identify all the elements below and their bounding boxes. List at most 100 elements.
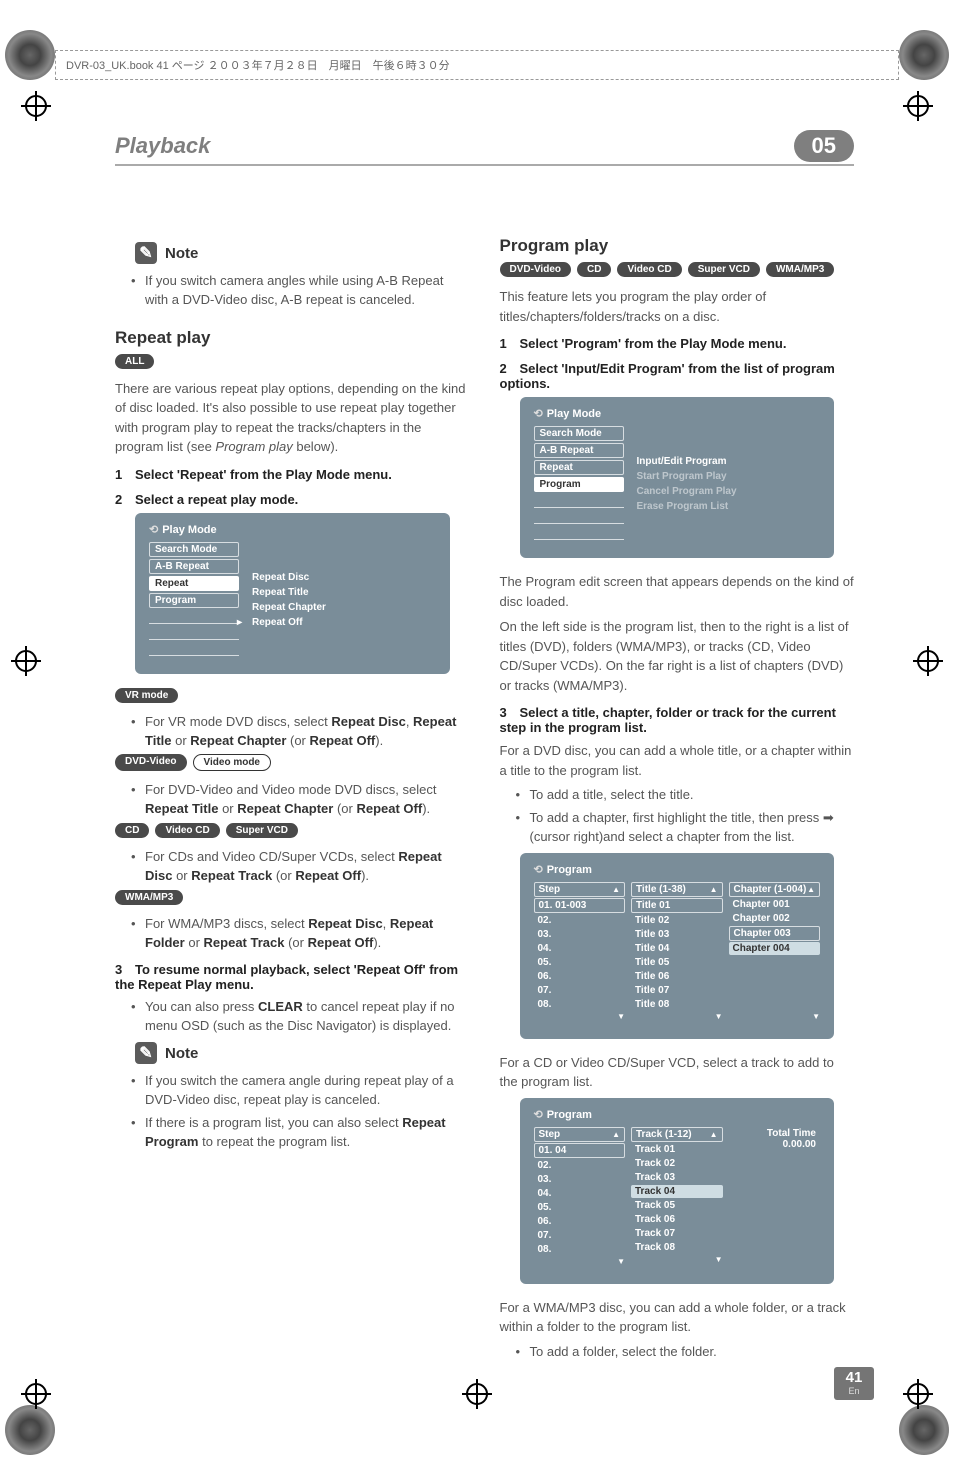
osd-menu-item-selected: Repeat [149,576,239,591]
resume-text: You can also press CLEAR to cancel repea… [145,998,470,1036]
osd-cell: 04. [534,1187,626,1200]
osd-option: Repeat Title [247,586,436,599]
badge-all: ALL [115,354,154,369]
down-arrow-icon: ▼ [534,1257,626,1266]
badge-super-vcd: Super VCD [688,262,760,277]
osd-option-dim: Cancel Program Play [632,485,821,498]
osd-program-cd: Program Step▲ 01. 04 02. 03. 04. 05. 06.… [520,1098,835,1284]
program-step-3-desc: For a DVD disc, you can add a whole titl… [500,741,855,780]
right-column: Program play DVD-Video CD Video CD Super… [500,236,855,1365]
osd-cell: Track 03 [631,1171,723,1184]
osd-option: Repeat Chapter [247,601,436,614]
osd-cell: 03. [534,928,626,941]
osd-blank-line [149,642,239,656]
program-edit-desc-2: On the left side is the program list, th… [500,617,855,695]
osd-col-header: Chapter (1-004)▲ [729,882,821,897]
osd-menu-item: A-B Repeat [534,443,624,458]
osd-cell: Track 01 [631,1143,723,1156]
osd-col-header: Track (1-12)▲ [631,1127,723,1142]
osd-cell: Title 08 [631,998,723,1011]
osd-option-dim: Start Program Play [632,470,821,483]
badge-video-mode: Video mode [193,754,272,771]
osd-cell: Title 03 [631,928,723,941]
badge-dvd-video: DVD-Video [500,262,572,277]
note-block: ✎ Note [135,242,470,264]
osd-title: Program [534,863,821,876]
osd-cell: Title 04 [631,942,723,955]
osd-cell: Title 07 [631,984,723,997]
page-title: Playback [115,133,210,159]
osd-cell: 07. [534,1229,626,1242]
osd-title: Play Mode [149,523,436,536]
osd-cell: Chapter 003 [729,926,821,941]
down-arrow-icon: ▼ [729,1012,821,1021]
crop-corner-icon [5,30,55,80]
osd-blank-line [534,494,624,508]
note-text: If you switch the camera angle during re… [145,1072,470,1110]
osd-cell: 01. 01-003 [534,898,626,913]
osd-menu-item: Program [149,593,239,608]
registration-mark-icon [15,650,37,672]
note-text: If you switch camera angles while using … [145,272,470,310]
osd-col-header: Step▲ [534,1127,626,1142]
source-file-banner: DVR-03_UK.book 41 ページ ２００３年７月２８日 月曜日 午後６… [55,50,899,80]
chapter-number-badge: 05 [794,130,854,162]
osd-menu-item: A-B Repeat [149,559,239,574]
add-folder-text: To add a folder, select the folder. [530,1343,855,1362]
wma-text: For WMA/MP3 discs, select Repeat Disc, R… [145,915,470,953]
osd-cell: 01. 04 [534,1143,626,1158]
osd-cell: Chapter 002 [729,912,821,925]
osd-cell: 08. [534,1243,626,1256]
repeat-step-2: 2Select a repeat play mode. [115,492,470,507]
osd-cell: Title 01 [631,898,723,913]
badge-video-cd: Video CD [155,823,219,838]
source-file-text: DVR-03_UK.book 41 ページ ２００３年７月２８日 月曜日 午後６… [66,60,450,72]
badge-wma-mp3: WMA/MP3 [766,262,834,277]
osd-menu-item-selected: Program [534,477,624,492]
registration-mark-icon [466,1383,488,1405]
badge-wma-mp3: WMA/MP3 [115,890,183,905]
osd-cell: 02. [534,914,626,927]
osd-cell-selected: Chapter 004 [729,942,821,955]
osd-cell: 07. [534,984,626,997]
osd-menu-item: Search Mode [534,426,624,441]
osd-title: Play Mode [534,407,821,420]
osd-cell: Track 02 [631,1157,723,1170]
registration-mark-icon [917,650,939,672]
osd-cell: 06. [534,970,626,983]
osd-cell: Title 05 [631,956,723,969]
program-intro: This feature lets you program the play o… [500,287,855,326]
osd-cell: Track 07 [631,1227,723,1240]
cd-track-desc: For a CD or Video CD/Super VCD, select a… [500,1053,855,1092]
page-number: 41 [834,1369,874,1386]
repeat-play-heading: Repeat play [115,328,470,348]
osd-program-dvd: Program Step▲ 01. 01-003 02. 03. 04. 05.… [520,853,835,1039]
osd-option-dim: Erase Program List [632,500,821,513]
wma-folder-desc: For a WMA/MP3 disc, you can add a whole … [500,1298,855,1337]
osd-cell: Track 05 [631,1199,723,1212]
badge-vr-mode: VR mode [115,688,178,703]
osd-col-header: Step▲ [534,882,626,897]
osd-menu-item: Search Mode [149,542,239,557]
osd-option: Input/Edit Program [632,455,821,468]
registration-mark-icon [907,95,929,117]
osd-total-time: Total Time 0.00.00 [729,1127,821,1151]
osd-cell: Title 06 [631,970,723,983]
osd-cell: 03. [534,1173,626,1186]
program-step-1: 1Select 'Program' from the Play Mode men… [500,336,855,351]
osd-cell: Chapter 001 [729,898,821,911]
osd-cell: 05. [534,956,626,969]
osd-play-mode-repeat: Play Mode Search Mode A-B Repeat Repeat … [135,513,450,674]
osd-cell: Track 06 [631,1213,723,1226]
osd-cell: 04. [534,942,626,955]
osd-cell: 05. [534,1201,626,1214]
left-column: ✎ Note If you switch camera angles while… [115,236,470,1365]
page-content: Playback 05 ✎ Note If you switch camera … [0,0,954,1465]
add-chapter-text: To add a chapter, first highlight the ti… [530,809,855,847]
osd-cell-selected: Track 04 [631,1185,723,1198]
down-arrow-icon: ▼ [534,1012,626,1021]
badge-super-vcd: Super VCD [226,823,298,838]
osd-blank-line [149,610,239,624]
osd-cell: Track 08 [631,1241,723,1254]
osd-menu-item: Repeat [534,460,624,475]
